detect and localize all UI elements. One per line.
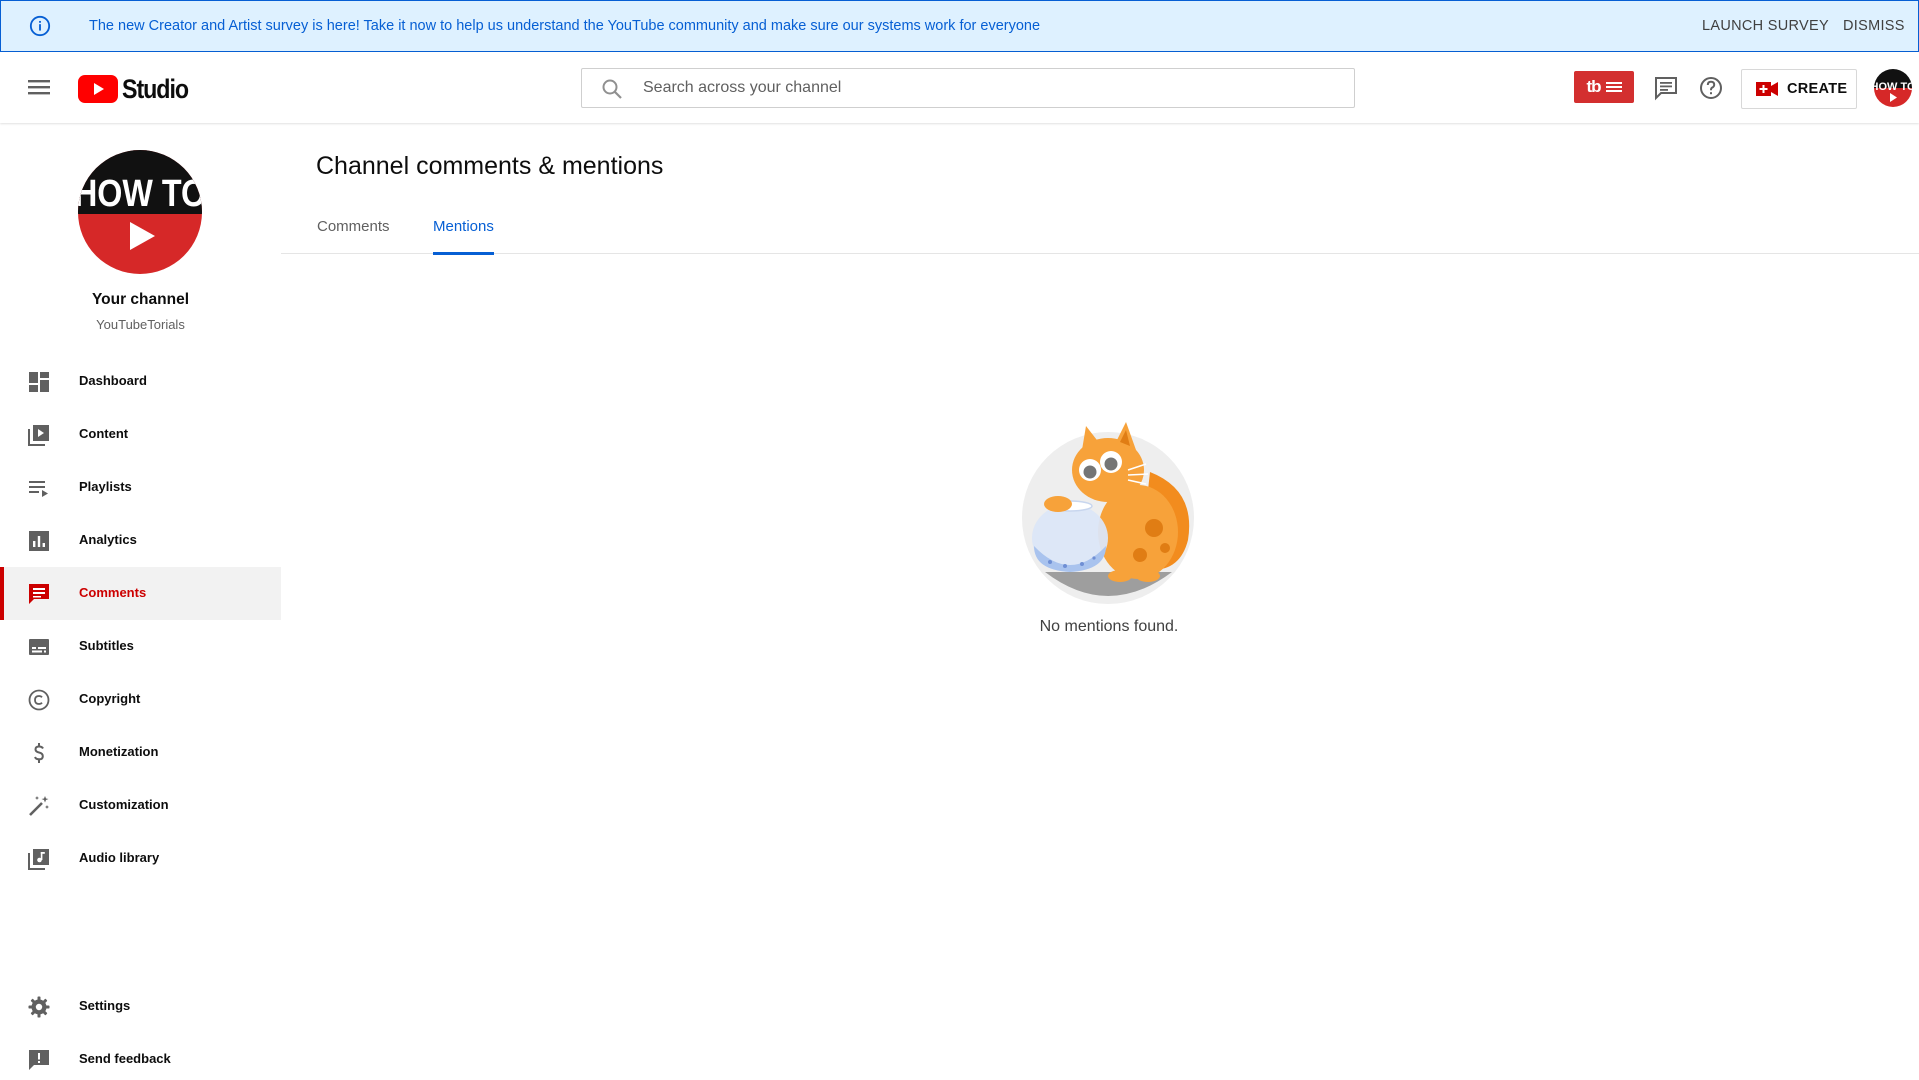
logo-text: Studio [122, 73, 189, 104]
avatar-text: HOW TO [1874, 81, 1912, 93]
extension-badge-button[interactable]: tb [1574, 71, 1634, 103]
sidebar-item-monetization[interactable]: Monetization [0, 726, 281, 779]
sidebar-item-label: Dashboard [79, 373, 147, 388]
analytics-icon [29, 531, 49, 551]
tab-mentions[interactable]: Mentions [433, 218, 494, 255]
banner-message: The new Creator and Artist survey is her… [89, 18, 1041, 34]
sidebar-item-audio-library[interactable]: Audio library [0, 832, 281, 885]
channel-name: YouTubeTorials [96, 317, 185, 332]
channel-avatar[interactable]: HOW TO [78, 150, 202, 274]
monetization-icon [34, 743, 44, 763]
search-icon [602, 79, 622, 99]
survey-banner: The new Creator and Artist survey is her… [0, 0, 1919, 52]
sidebar-item-settings[interactable]: Settings [0, 980, 281, 1033]
page-title: Channel comments & mentions [316, 152, 664, 180]
comments-icon [29, 584, 49, 604]
extension-badge-label: tb [1586, 77, 1601, 96]
create-button[interactable]: CREATE [1741, 69, 1857, 109]
create-label: CREATE [1787, 81, 1848, 97]
search-input[interactable] [643, 69, 1343, 107]
sidebar-item-dashboard[interactable]: Dashboard [0, 355, 281, 408]
feedback-icon [29, 1050, 49, 1070]
launch-survey-button[interactable]: LAUNCH SURVEY [1702, 18, 1829, 34]
hamburger-menu-icon[interactable] [24, 72, 54, 102]
empty-state-cat-illustration [1022, 422, 1194, 604]
video-camera-icon [1756, 82, 1778, 96]
playlists-icon [29, 481, 48, 497]
tab-bar: Comments Mentions [281, 200, 1919, 255]
dashboard-icon [29, 372, 49, 392]
sidebar-item-label: Subtitles [79, 638, 134, 653]
top-header: Studio tb CREATE [0, 52, 1919, 123]
sidebar-item-label: Content [79, 426, 129, 441]
help-icon[interactable] [1697, 74, 1725, 102]
copyright-icon [28, 689, 50, 711]
settings-icon [28, 996, 50, 1018]
channel-title: Your channel [91, 291, 190, 308]
sidebar-item-label: Settings [79, 998, 131, 1013]
sidebar-item-comments[interactable]: Comments [0, 567, 281, 620]
subtitles-icon [29, 639, 49, 655]
info-icon [29, 15, 51, 37]
sidebar-item-label: Copyright [79, 691, 141, 706]
account-avatar[interactable]: HOW TO [1874, 69, 1912, 107]
tab-comments[interactable]: Comments [317, 218, 390, 254]
sidebar-item-label: Playlists [79, 479, 132, 494]
sidebar-item-label: Monetization [79, 744, 159, 759]
sidebar-item-playlists[interactable]: Playlists [0, 461, 281, 514]
messages-icon[interactable] [1652, 74, 1680, 102]
empty-state-message: No mentions found. [1039, 618, 1179, 635]
list-icon [1605, 82, 1622, 92]
sidebar-item-label: Comments [79, 585, 147, 600]
sidebar-item-customization[interactable]: Customization [0, 779, 281, 832]
customization-icon [29, 796, 49, 816]
sidebar-item-copyright[interactable]: Copyright [0, 673, 281, 726]
dismiss-button[interactable]: DISMISS [1843, 18, 1905, 34]
channel-avatar-image: HOW TO [78, 150, 202, 274]
sidebar-item-content[interactable]: Content [0, 408, 281, 461]
sidebar-item-label: Audio library [79, 850, 160, 865]
studio-logo[interactable]: Studio [78, 74, 199, 104]
sidebar-item-label: Customization [79, 797, 169, 812]
sidebar: HOW TO Your channel YouTubeTorials Dashb… [0, 123, 281, 1080]
content-icon [28, 425, 49, 446]
channel-avatar-text: HOW TO [78, 173, 202, 215]
account-avatar-image: HOW TO [1874, 69, 1912, 107]
sidebar-item-label: Send feedback [79, 1051, 171, 1066]
youtube-logo-icon [78, 75, 118, 103]
search-box[interactable] [581, 68, 1355, 108]
audio-library-icon [28, 849, 49, 870]
sidebar-item-label: Analytics [79, 532, 137, 547]
sidebar-item-analytics[interactable]: Analytics [0, 514, 281, 567]
sidebar-item-send-feedback[interactable]: Send feedback [0, 1033, 281, 1080]
